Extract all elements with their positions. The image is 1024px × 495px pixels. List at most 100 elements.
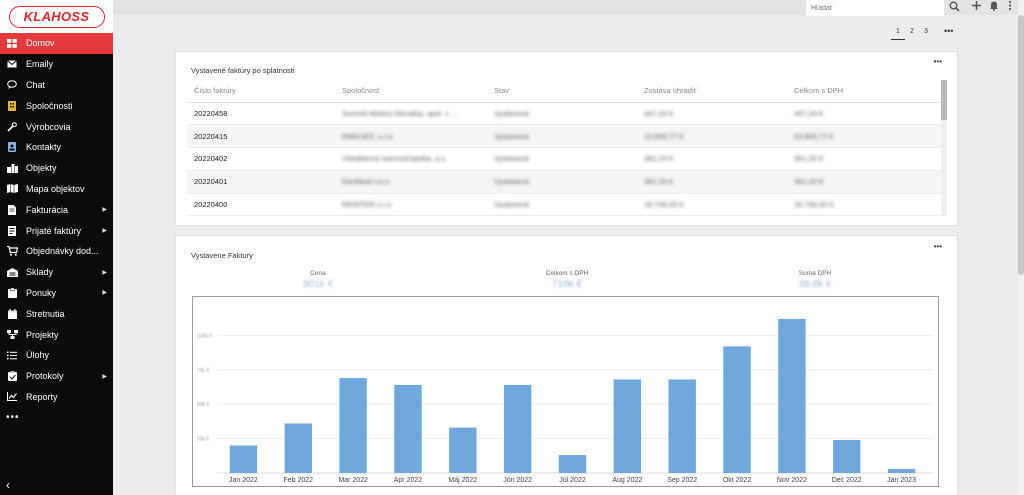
company-logo[interactable]: KLAHOSS (8, 5, 105, 28)
pager-more-button[interactable]: ••• (944, 26, 953, 36)
search-icon[interactable] (949, 1, 960, 15)
invoice-number-cell: 20220400 (187, 193, 335, 217)
table-row[interactable]: 20220400 REINTER s.r.o. Vystavená 16.749,45… (187, 193, 942, 217)
add-icon[interactable] (971, 0, 982, 14)
sidebar-item-stretnutia[interactable]: Stretnutia (0, 303, 113, 324)
kebab-menu-icon[interactable] (1008, 0, 1012, 14)
kpi-value: 718k € (551, 279, 583, 290)
sidebar-item-projekty[interactable]: Projekty (0, 324, 113, 345)
bar-nov-2022[interactable] (778, 318, 806, 473)
sidebar-item-chat[interactable]: Chat (0, 75, 113, 96)
table-row[interactable]: 20220401 Kaufland v.o.s. Vystavená 361,20 €… (187, 170, 942, 194)
bar-sep-2022[interactable] (668, 379, 696, 473)
bar-feb-2022[interactable] (284, 423, 312, 473)
remaining-cell-text: 361,20 € (644, 154, 674, 164)
total-cell-text: 361,20 € (794, 177, 824, 187)
overdue-invoices-panel: Vystavené faktúry po splatnosti ••• Čísl… (175, 51, 958, 226)
bar-chart: 25k € 50k € 75k € 100k € Jan 2022 Feb 2022 Mar… (192, 296, 939, 487)
collapse-sidebar-icon[interactable]: ‹ (6, 478, 10, 492)
status-cell-text: Vystavená (494, 177, 529, 187)
status-cell-text: Vystavená (494, 200, 529, 210)
table-row[interactable]: 20220415 PARCIEZ, s.r.o. Vystavená 23.800,7… (187, 124, 942, 149)
sidebar-item-prijaté-faktúry[interactable]: Prijaté faktúry ▶ (0, 220, 113, 241)
bar-jún-2022[interactable] (503, 384, 532, 473)
bell-icon[interactable] (989, 0, 999, 14)
envelope-icon (6, 59, 18, 69)
total-cell-text: 16.749,45 € (794, 200, 834, 210)
column-header-remaining[interactable]: Zostáva uhradiť (637, 80, 787, 103)
sidebar-item-protokoly[interactable]: Protokoly ▶ (0, 366, 113, 387)
total-cell: 361,20 € (787, 147, 942, 171)
sidebar-item-objednávky-dod[interactable]: Objednávky dod... (0, 241, 113, 262)
sidebar-item-label: Mapa objektov (26, 183, 85, 194)
bar-jan-2022[interactable] (229, 445, 258, 473)
sidebar-item-ponuky[interactable]: Ponuky ▶ (0, 283, 113, 304)
company-cell: REINTER s.r.o. (335, 193, 487, 217)
invoice-number-cell-text: 20220400 (194, 200, 228, 210)
bar-dec-2022[interactable] (833, 439, 861, 473)
page-1-tab[interactable]: 1 (891, 28, 905, 40)
sidebar-item-úlohy[interactable]: Úlohy (0, 345, 113, 366)
status-cell-text: Vystavená (494, 154, 529, 164)
page-3-tab[interactable]: 3 (919, 28, 933, 40)
table-row[interactable]: 20220402 Všeobecná úverová banka, a.s. Vys… (187, 147, 942, 171)
table-scrollbar[interactable] (941, 80, 947, 216)
overdue-invoices-table: Číslo faktúry Spoločnosť Stav Zostáva uh… (187, 80, 942, 217)
bar-júl-2022[interactable] (558, 455, 587, 473)
x-tick-label: Sep 2022 (667, 477, 697, 484)
total-cell: 23.800,77 € (787, 124, 942, 149)
kpi-label: Suma DPH (798, 270, 832, 277)
column-header-number[interactable]: Číslo faktúry (187, 80, 335, 103)
bar-aug-2022[interactable] (613, 379, 642, 473)
bar-mar-2022[interactable] (339, 378, 367, 473)
sidebar-item-label: Fakturácia (26, 204, 69, 215)
table-row[interactable]: 20220458 Summit Motors Slovakia, spol. s … (187, 102, 942, 126)
table-scrollbar-thumb[interactable] (941, 80, 947, 120)
building-icon (6, 100, 18, 111)
y-tick-label: 50k € (197, 402, 209, 408)
status-cell: Vystavená (487, 147, 637, 171)
panel-menu-button[interactable]: ••• (934, 57, 942, 66)
bar-jan-2023[interactable] (887, 468, 916, 473)
total-cell-text: 23.800,77 € (794, 131, 834, 141)
page-2-tab[interactable]: 2 (905, 28, 919, 40)
x-tick-label: Jan 2022 (229, 477, 258, 484)
kpi-price: Cena 801k € (258, 270, 378, 290)
status-cell: Vystavená (487, 193, 637, 217)
remaining-cell-text: 23.800,77 € (644, 131, 684, 141)
x-tick-label: Mar 2022 (338, 477, 368, 484)
bar-okt-2022[interactable] (723, 346, 751, 473)
sidebar-item-mapa-objektov[interactable]: Mapa objektov (0, 179, 113, 200)
more-menu-button[interactable]: ••• (0, 407, 113, 427)
invoice-number-cell: 20220402 (187, 147, 335, 171)
sidebar-item-sklady[interactable]: Sklady ▶ (0, 262, 113, 283)
sidebar-item-label: Úlohy (26, 350, 50, 361)
kpi-vat-sum: Suma DPH 38.8k € (755, 270, 875, 290)
remaining-cell: 361,20 € (637, 170, 787, 194)
sidebar-item-domov[interactable]: Domov (0, 33, 113, 54)
sidebar-item-emaily[interactable]: Emaily (0, 54, 113, 75)
page-scrollbar[interactable] (1018, 0, 1024, 495)
sidebar-item-výrobcovia[interactable]: Výrobcovia (0, 116, 113, 137)
column-header-company[interactable]: Spoločnosť (335, 80, 487, 103)
column-header-status[interactable]: Stav (487, 80, 637, 103)
sidebar-item-spoločnosti[interactable]: Spoločnosti (0, 95, 113, 116)
sidebar-item-fakturácia[interactable]: Fakturácia ▶ (0, 199, 113, 220)
sidebar-item-label: Výrobcovia (26, 121, 71, 132)
chart-menu-button[interactable]: ••• (934, 242, 942, 251)
bar-máj-2022[interactable] (449, 427, 477, 473)
remaining-cell: 16.749,45 € (637, 193, 787, 217)
y-tick-label: 25k € (197, 437, 209, 443)
column-header-total[interactable]: Celkom s DPH (787, 80, 942, 103)
bar-apr-2022[interactable] (394, 384, 422, 473)
total-cell-text: 447,24 € (794, 108, 824, 118)
panel-title: Vystavené faktúry po splatnosti (191, 66, 295, 75)
sidebar-item-reporty[interactable]: Reporty (0, 387, 113, 408)
sidebar-item-kontakty[interactable]: Kontakty (0, 137, 113, 158)
chevron-right-icon: ▶ (102, 373, 107, 380)
cart-icon (6, 246, 18, 257)
page-scrollbar-thumb[interactable] (1018, 15, 1024, 275)
search-input[interactable] (806, 0, 944, 16)
y-tick-label: 100k € (197, 333, 212, 339)
sidebar-item-objekty[interactable]: Objekty (0, 158, 113, 179)
